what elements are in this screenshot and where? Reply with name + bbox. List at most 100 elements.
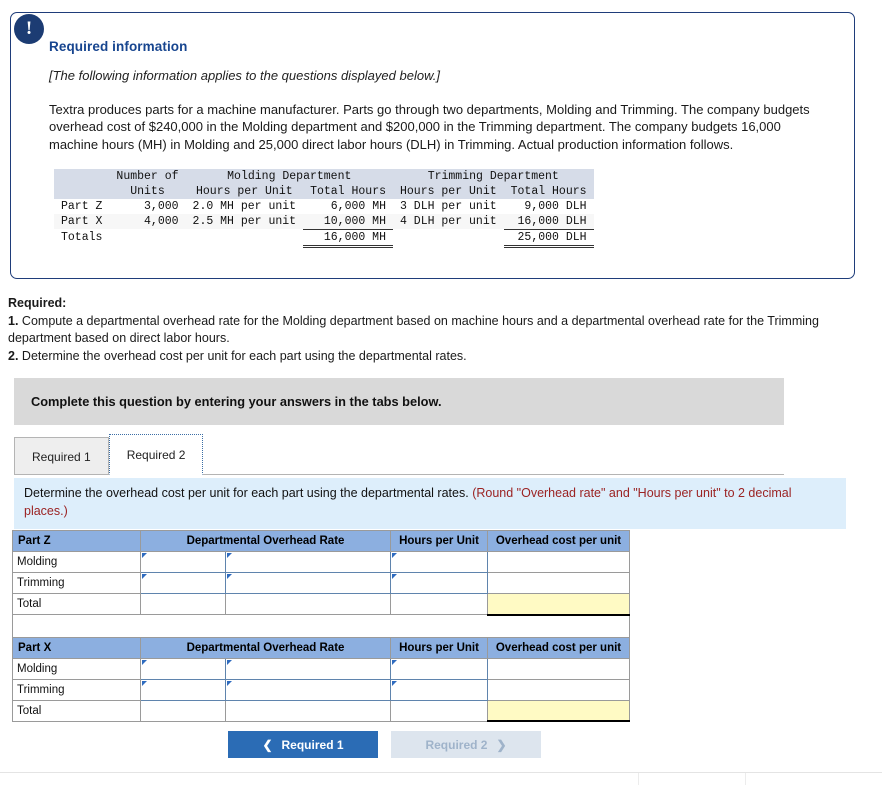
row-trimming-hpu: 4 DLH per unit [393,213,504,230]
totals-units [109,229,185,246]
total-rate-a [140,593,226,615]
required-information-card: ! Required information [The following in… [10,12,855,279]
spacer-cell [12,614,630,637]
row-label-total: Total [12,699,141,722]
sub-header-molding-hpu: Hours per Unit [185,183,304,199]
prev-required-1-button[interactable]: ❮ Required 1 [228,731,378,758]
totals-trimming-total: 25,000 DLH [503,229,594,248]
total-hours [390,699,488,722]
input-molding-rate-b[interactable] [225,551,391,573]
row-molding-total: 10,000 MH [303,213,393,230]
group-header-number-of: Number of [109,168,186,184]
tab-required-2-label: Required 2 [126,447,186,462]
table-spacer-row [12,614,630,637]
table-row: Part Z 3,000 2.0 MH per unit 6,000 MH 3 … [54,199,594,214]
instruction-strip: Determine the overhead cost per unit for… [14,478,846,529]
total-hours [390,593,488,615]
tab-required-1[interactable]: Required 1 [14,437,109,475]
table-total-row: Total [12,593,630,616]
row-molding-hpu: 2.0 MH per unit [192,199,297,213]
input-molding-rate-b[interactable] [225,657,391,680]
group-header-molding: Molding Department [185,168,393,184]
input-trimming-rate-b[interactable] [225,572,391,594]
row-trimming-total: 16,000 DLH [503,213,594,230]
input-trimming-rate-b[interactable] [225,678,391,701]
col-hours-per-unit: Hours per Unit [390,530,488,552]
output-molding-cost [487,551,630,573]
requirement-item-2: 2. Determine the overhead cost per unit … [8,348,868,366]
row-trimming-hpu: 3 DLH per unit [400,199,497,213]
row-label-molding: Molding [12,551,141,573]
answer-header-row: Part X Departmental Overhead Rate Hours … [12,636,630,659]
requirement-2-text: Determine the overhead cost per unit for… [21,348,467,363]
next-required-2-button[interactable]: Required 2 ❯ [391,731,541,758]
page-title: Required information [49,39,188,54]
input-molding-rate-a[interactable] [140,551,226,573]
row-label-trimming: Trimming [12,678,141,701]
output-trimming-cost [487,678,630,701]
input-trimming-hours[interactable] [390,572,488,594]
table-row: Trimming [12,678,630,701]
input-trimming-rate-a[interactable] [140,572,226,594]
requirements-heading: Required: [8,296,67,310]
scenario-paragraph: Textra produces parts for a machine manu… [49,102,810,152]
chevron-left-icon: ❮ [262,737,273,752]
group-header-blank [54,168,110,184]
table-row: Molding [12,657,630,680]
complete-question-text: Complete this question by entering your … [31,394,442,409]
total-overhead-cost-per-unit [487,699,630,722]
col-hours-per-unit: Hours per Unit [390,636,488,659]
bottom-tick-left [638,773,639,785]
col-overhead-cost-per-unit: Overhead cost per unit [487,636,630,659]
table-totals-row: Totals 16,000 MH 25,000 DLH [54,229,594,248]
table-row: Part X 4,000 2.5 MH per unit 10,000 MH 4… [54,213,594,230]
total-rate-a [140,699,226,722]
totals-molding-total: 16,000 MH [303,229,393,248]
chevron-right-icon: ❯ [496,737,507,752]
tab-required-1-label: Required 1 [32,449,91,464]
applies-note: [The following information applies to th… [49,68,440,83]
input-molding-hours[interactable] [390,657,488,680]
part-z-label: Part Z [12,530,141,552]
row-part-label: Part X [54,213,110,230]
totals-molding-hpu [186,229,304,246]
input-trimming-rate-a[interactable] [140,678,226,701]
sub-header-trimming-total: Total Hours [503,183,594,199]
tab-required-2[interactable]: Required 2 [108,434,204,475]
page-root: ! Required information [The following in… [0,0,882,785]
sub-header-molding-total: Total Hours [303,183,393,199]
row-label-trimming: Trimming [12,572,141,594]
row-label-total: Total [12,593,141,615]
row-molding-total: 6,000 MH [330,199,386,213]
prev-button-label: Required 1 [281,737,344,752]
row-trimming-total: 9,000 DLH [524,199,587,213]
row-label-molding: Molding [12,657,141,680]
input-trimming-hours[interactable] [390,678,488,701]
total-overhead-cost-per-unit [487,593,630,616]
group-header-trimming: Trimming Department [393,168,594,184]
answer-table-part-z: Part Z Departmental Overhead Rate Hours … [12,530,630,637]
totals-label: Totals [61,231,103,245]
next-button-label: Required 2 [425,737,488,752]
table-row: Trimming [12,572,630,594]
total-rate-b [225,593,391,615]
answer-table-part-x: Part X Departmental Overhead Rate Hours … [12,636,630,722]
answer-tables-wrapper: Part Z Departmental Overhead Rate Hours … [12,530,632,722]
answer-header-row: Part Z Departmental Overhead Rate Hours … [12,530,630,552]
table-total-row: Total [12,699,630,722]
requirement-2-number: 2. [8,348,19,363]
col-overhead-cost-per-unit: Overhead cost per unit [487,530,630,552]
output-trimming-cost [487,572,630,594]
col-departmental-overhead-rate: Departmental Overhead Rate [140,530,391,552]
table-sub-header-row: Units Hours per Unit Total Hours Hours p… [54,183,594,199]
part-x-label: Part X [12,636,141,659]
bottom-tick-right [745,773,746,785]
row-molding-hpu: 2.5 MH per unit [185,213,304,230]
complete-question-bar: Complete this question by entering your … [14,378,784,425]
total-rate-b [225,699,391,722]
requirement-1-number: 1. [8,313,19,328]
sub-header-blank [54,183,110,199]
card-content: Required information [The following info… [11,13,854,248]
input-molding-rate-a[interactable] [140,657,226,680]
input-molding-hours[interactable] [390,551,488,573]
